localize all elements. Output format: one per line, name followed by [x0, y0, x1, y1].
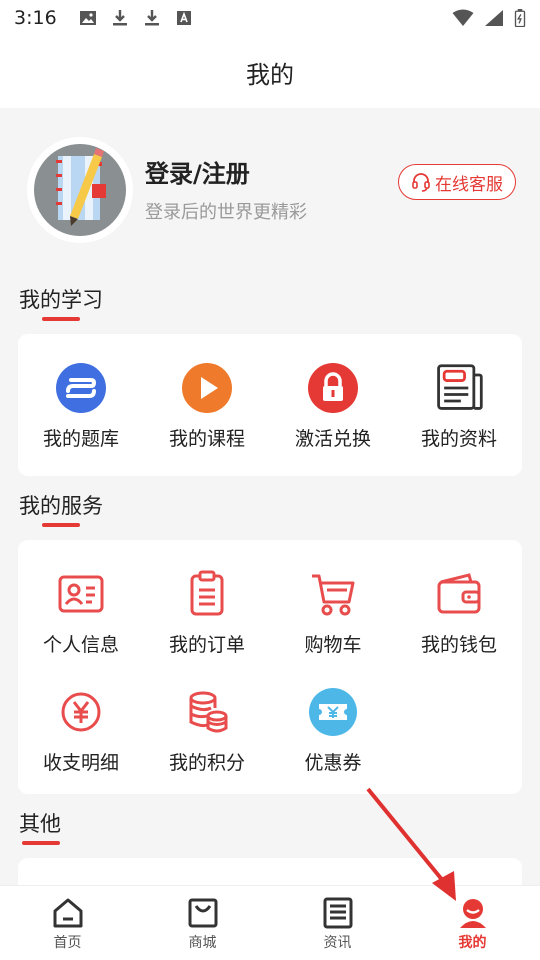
image-icon	[79, 11, 96, 25]
play-icon	[181, 362, 233, 414]
grid-item-personal-info[interactable]: 个人信息	[18, 568, 144, 657]
grid-item-label: 优惠券	[304, 752, 362, 774]
lock-icon	[307, 362, 359, 414]
grid-item-label: 个人信息	[42, 634, 119, 656]
grid-item-label: 收支明细	[42, 752, 119, 774]
grid-item-label: 我的积分	[168, 752, 245, 774]
nav-label: 我的	[458, 935, 487, 951]
section-title-study: 我的学习	[19, 288, 103, 312]
grid-item-label: 我的题库	[42, 428, 119, 450]
grid-item-label: 我的课程	[168, 428, 245, 450]
status-icons-right	[452, 9, 526, 27]
login-register-link[interactable]: 登录/注册	[145, 154, 250, 189]
coins-icon	[181, 686, 233, 738]
headset-icon	[412, 173, 430, 192]
notebook-pencil-icon	[30, 140, 130, 240]
clipboard-icon	[181, 568, 233, 620]
nav-label: 商城	[188, 935, 217, 951]
newspaper-icon	[433, 362, 485, 414]
study-card: 我的题库 我的课程 激活兑换 我的资料	[18, 334, 522, 476]
grid-item-label: 激活兑换	[294, 428, 371, 450]
login-subtitle: 登录后的世界更精彩	[145, 202, 307, 223]
status-bar: 3:16	[0, 0, 540, 36]
grid-item-income-expense[interactable]: 收支明细	[18, 686, 144, 775]
question-bank-icon	[55, 362, 107, 414]
nav-item-home[interactable]: 首页	[0, 886, 135, 960]
grid-item-orders[interactable]: 我的订单	[144, 568, 270, 657]
grid-item-coupons[interactable]: 优惠券	[270, 686, 396, 775]
grid-item-question-bank[interactable]: 我的题库	[18, 362, 144, 451]
nav-item-mall[interactable]: 商城	[135, 886, 270, 960]
grid-item-activate-redeem[interactable]: 激活兑换	[270, 362, 396, 451]
battery-icon	[514, 9, 526, 27]
news-icon	[323, 897, 352, 929]
wifi-icon	[452, 9, 474, 26]
section-underline	[22, 841, 60, 845]
section-underline	[42, 523, 80, 527]
nav-item-news[interactable]: 资讯	[270, 886, 405, 960]
grid-item-label: 我的资料	[420, 428, 497, 450]
header: 我的	[0, 36, 540, 108]
status-icons-left	[79, 9, 193, 27]
service-card: 个人信息 我的订单 购物车 我的钱包 收支明细 我的积分 优惠券	[18, 540, 522, 794]
section-underline	[42, 317, 80, 321]
online-service-button[interactable]: 在线客服	[398, 164, 516, 200]
cart-icon	[307, 568, 359, 620]
id-card-icon	[55, 568, 107, 620]
grid-item-label: 购物车	[304, 634, 362, 656]
bag-icon	[188, 898, 217, 928]
avatar[interactable]	[30, 140, 130, 240]
download-icon	[144, 10, 159, 26]
nav-label: 资讯	[323, 935, 352, 951]
bottom-nav: 首页 商城 资讯 我的	[0, 885, 540, 960]
signal-icon	[485, 10, 503, 26]
online-service-label: 在线客服	[435, 174, 503, 195]
grid-item-label: 我的订单	[168, 634, 245, 656]
grid-item-points[interactable]: 我的积分	[144, 686, 270, 775]
user-icon	[459, 899, 486, 928]
wallet-icon	[433, 568, 485, 620]
status-time: 3:16	[14, 7, 57, 29]
home-icon	[53, 898, 82, 928]
profile-section: 登录/注册 登录后的世界更精彩 在线客服	[0, 108, 540, 258]
page-title: 我的	[246, 60, 294, 89]
nav-item-mine[interactable]: 我的	[405, 886, 540, 960]
grid-item-courses[interactable]: 我的课程	[144, 362, 270, 451]
section-title-other: 其他	[19, 812, 61, 836]
coupon-icon	[307, 686, 359, 738]
yen-icon	[55, 686, 107, 738]
grid-item-label: 我的钱包	[420, 634, 497, 656]
grid-item-materials[interactable]: 我的资料	[396, 362, 522, 451]
download-icon	[112, 10, 127, 26]
grid-item-wallet[interactable]: 我的钱包	[396, 568, 522, 657]
section-title-service: 我的服务	[19, 494, 103, 518]
nav-label: 首页	[53, 935, 82, 951]
grid-item-cart[interactable]: 购物车	[270, 568, 396, 657]
font-icon	[176, 11, 191, 25]
